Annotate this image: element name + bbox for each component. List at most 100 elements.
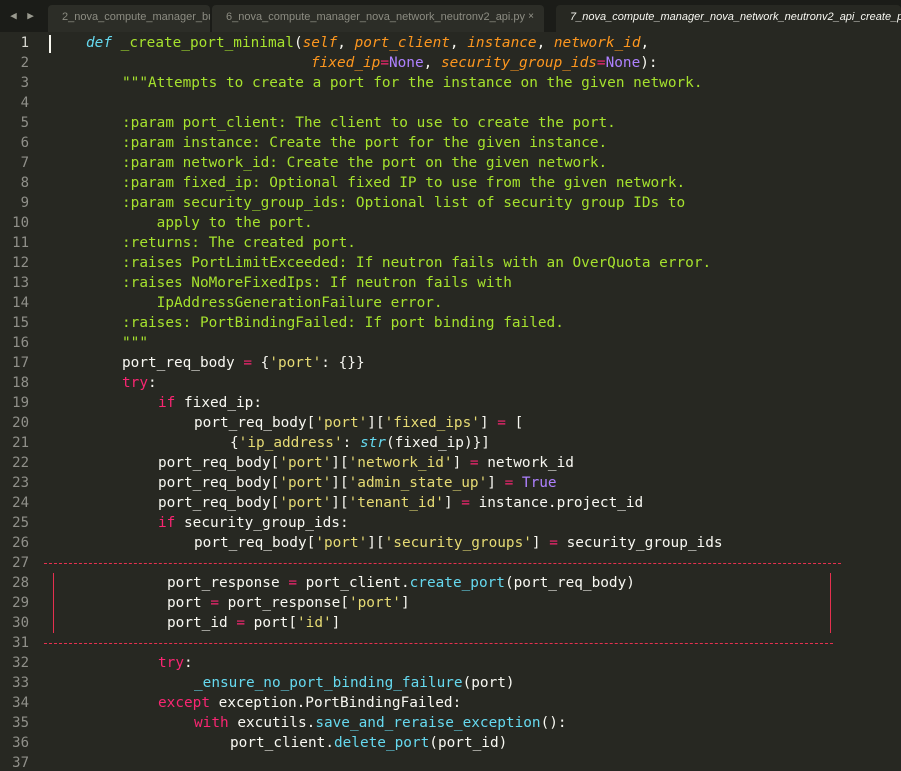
string: 'fixed_ips' (384, 415, 480, 431)
line-number: 23 (12, 475, 29, 491)
code-line: 33 _ensure_no_port_binding_failure(port) (0, 673, 901, 693)
identifier: instance.project_id (478, 495, 644, 511)
docstring: :param network_id: Create the port on th… (122, 155, 608, 171)
tab-file-6[interactable]: 6_nova_compute_manager_nova_network_neut… (212, 5, 544, 32)
param: fixed_ip (311, 55, 381, 71)
code-line: 18 try: (0, 373, 901, 393)
string: 'port' (315, 415, 368, 431)
tab-file-2[interactable]: 2_nova_compute_manager_bu (48, 5, 210, 32)
string: 'tenant_id' (348, 495, 444, 511)
line-number: 30 (12, 615, 29, 631)
line-number: 7 (20, 155, 29, 171)
keyword: try (158, 655, 184, 671)
identifier: port (167, 595, 202, 611)
line-number: 27 (12, 555, 29, 571)
line-number: 1 (20, 35, 29, 51)
param: network_id (553, 35, 641, 51)
line-number: 33 (12, 675, 29, 691)
line-number: 24 (12, 495, 29, 511)
line-number: 34 (12, 695, 29, 711)
docstring: :param port_client: The client to use to… (122, 115, 616, 131)
code-line: 7 :param network_id: Create the port on … (0, 153, 901, 173)
tab-label: 7_nova_compute_manager_nova_network_neut… (570, 11, 901, 23)
docstring: :returns: The created port. (122, 235, 356, 251)
keyword: except (158, 695, 210, 711)
identifier: port_req_body (158, 495, 271, 511)
identifier: port_req_body (513, 575, 627, 591)
line-number: 13 (12, 275, 29, 291)
tab-nav-arrows-icon[interactable]: ◀ ▶ (0, 0, 46, 32)
close-icon[interactable]: × (528, 5, 534, 29)
line-number: 8 (20, 175, 29, 191)
code-line: 29 port = port_response['port'] (0, 593, 901, 613)
code-line: 26 port_req_body['port']['security_group… (0, 533, 901, 553)
docstring: :param fixed_ip: Optional fixed IP to us… (122, 175, 686, 191)
line-number: 17 (12, 355, 29, 371)
line-number: 35 (12, 715, 29, 731)
highlight-box-left (53, 573, 54, 633)
constant: True (521, 475, 557, 491)
code-editor[interactable]: 1 def _create_port_minimal(self, port_cl… (0, 32, 901, 771)
string: 'port' (269, 355, 322, 371)
code-line: 20 port_req_body['port']['fixed_ips'] = … (0, 413, 901, 433)
tab-file-7[interactable]: 7_nova_compute_manager_nova_network_neut… (556, 5, 901, 32)
param: security_group_ids (440, 55, 597, 71)
keyword: with (194, 715, 229, 731)
method-call: create_port (409, 575, 505, 591)
line-number: 10 (12, 215, 29, 231)
line-number: 29 (12, 595, 29, 611)
identifier: port_client (305, 575, 401, 591)
string: 'admin_state_up' (348, 475, 488, 491)
code-line: 14 IpAddressGenerationFailure error. (0, 293, 901, 313)
identifier: port_id (167, 615, 228, 631)
builtin: str (359, 435, 386, 451)
code-line: 5 :param port_client: The client to use … (0, 113, 901, 133)
string: 'port' (279, 495, 332, 511)
code-line: 6 :param instance: Create the port for t… (0, 133, 901, 153)
line-number: 14 (12, 295, 29, 311)
code-line: 15 :raises: PortBindingFailed: If port b… (0, 313, 901, 333)
docstring: :raises: PortBindingFailed: If port bind… (122, 315, 564, 331)
line-number: 11 (12, 235, 29, 251)
string: 'port' (315, 535, 368, 551)
tab-label: 6_nova_compute_manager_nova_network_neut… (226, 11, 526, 23)
tab-label: 2_nova_compute_manager_bu (62, 11, 210, 23)
line-number: 26 (12, 535, 29, 551)
code-line: 22 port_req_body['port']['network_id'] =… (0, 453, 901, 473)
string: 'port' (279, 475, 332, 491)
identifier: security_group_ids (184, 515, 340, 531)
code-line: 4 (0, 93, 901, 113)
keyword: def (86, 35, 112, 51)
line-number: 9 (20, 195, 29, 211)
method-call: delete_port (333, 735, 430, 751)
string: 'security_groups' (384, 535, 532, 551)
code-line: 19 if fixed_ip: (0, 393, 901, 413)
line-number: 18 (12, 375, 29, 391)
code-line: 17 port_req_body = {'port': {}} (0, 353, 901, 373)
identifier: fixed_ip (394, 435, 464, 451)
code-line: 25 if security_group_ids: (0, 513, 901, 533)
string: 'id' (297, 615, 332, 631)
line-number: 3 (20, 75, 29, 91)
docstring: apply to the port. (122, 215, 313, 231)
line-number: 5 (20, 115, 29, 131)
identifier: port_req_body (194, 415, 307, 431)
line-number: 16 (12, 335, 29, 351)
function-name: _create_port_minimal (120, 35, 294, 51)
highlight-box-bottom (44, 643, 833, 644)
identifier: network_id (487, 455, 574, 471)
docstring: :param instance: Create the port for the… (122, 135, 608, 151)
docstring: """ (122, 335, 148, 351)
code-line: 16 """ (0, 333, 901, 353)
line-number: 19 (12, 395, 29, 411)
code-line: 37 (0, 753, 901, 771)
code-line: 32 try: (0, 653, 901, 673)
code-line: 23 port_req_body['port']['admin_state_up… (0, 473, 901, 493)
line-number: 6 (20, 135, 29, 151)
code-line: 34 except exception.PortBindingFailed: (0, 693, 901, 713)
method-call: save_and_reraise_exception (315, 715, 541, 731)
line-number: 2 (20, 55, 29, 71)
docstring: IpAddressGenerationFailure error. (122, 295, 443, 311)
line-number: 37 (12, 755, 29, 771)
function-call: _ensure_no_port_binding_failure (194, 675, 463, 691)
